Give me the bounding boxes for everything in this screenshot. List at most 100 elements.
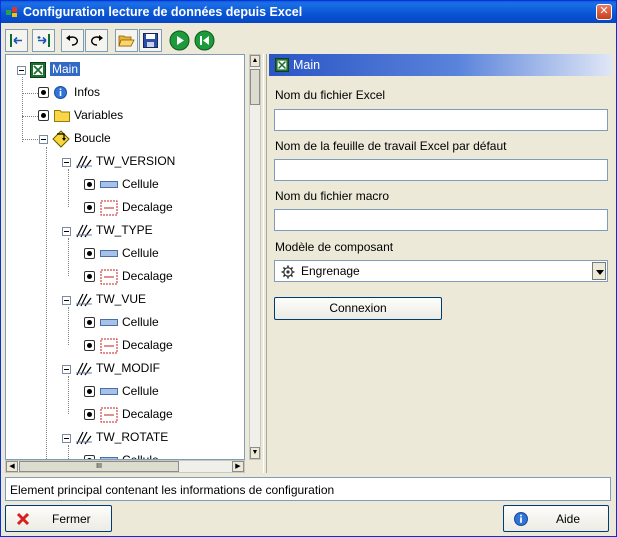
scroll-left-icon[interactable]: ◀ (6, 461, 18, 472)
rewind-icon[interactable] (194, 30, 215, 51)
tree-node-infos[interactable]: Infos (6, 83, 206, 103)
undo-button[interactable] (61, 29, 84, 52)
scroll-right-icon[interactable]: ▶ (232, 461, 244, 472)
scroll-up-icon[interactable]: ▲ (250, 55, 260, 67)
tree-label-cellule: Cellule (122, 177, 159, 191)
collapse-toggle-icon[interactable] (62, 296, 71, 305)
tree-label-variables: Variables (74, 108, 124, 122)
tree-horizontal-scrollbar[interactable]: ◀ III ▶ (5, 460, 245, 473)
scroll-down-icon[interactable]: ▼ (250, 447, 260, 459)
tree-label-decalage: Decalage (122, 407, 173, 421)
tree-node-cellule[interactable]: Cellule (6, 451, 206, 460)
tree-node-main[interactable]: Main (6, 60, 206, 80)
bullet-icon (84, 409, 95, 420)
excel-file-label: Nom du fichier Excel (275, 88, 386, 102)
component-model-select[interactable]: Engrenage (274, 260, 608, 282)
tree-node-tw-vue[interactable]: TW_VUE (6, 290, 226, 310)
window-close-button[interactable]: ✕ (596, 4, 612, 20)
properties-header: Main (269, 54, 612, 76)
scroll-thumb[interactable] (250, 69, 260, 105)
tree-vertical-scrollbar[interactable]: ▲ ▼ (249, 54, 261, 460)
bullet-icon (84, 340, 95, 351)
info-icon (514, 512, 528, 526)
cell-icon (100, 181, 118, 188)
tree-node-decalage[interactable]: Decalage (6, 198, 206, 218)
close-icon (16, 512, 30, 526)
open-button[interactable] (115, 29, 138, 52)
offset-icon (100, 269, 118, 285)
tree-label-tw-vue: TW_VUE (96, 292, 147, 306)
variable-group-icon (76, 362, 92, 376)
excel-file-input[interactable] (274, 109, 608, 131)
properties-panel: Main Nom du fichier Excel Nom de la feui… (269, 54, 612, 474)
folder-open-icon (118, 35, 135, 47)
undo-icon (66, 35, 78, 46)
bullet-icon (84, 317, 95, 328)
gear-icon (281, 265, 295, 279)
tree-node-tw-type[interactable]: TW_TYPE (6, 221, 226, 241)
collapse-toggle-icon[interactable] (17, 66, 26, 75)
bullet-icon (84, 271, 95, 282)
macro-file-label: Nom du fichier macro (275, 189, 390, 203)
dropdown-arrow-icon[interactable] (592, 262, 606, 280)
offset-icon (100, 407, 118, 423)
offset-icon (100, 338, 118, 354)
tree-label-infos: Infos (74, 85, 101, 99)
tree-node-boucle[interactable]: Boucle (6, 129, 206, 149)
bullet-icon (84, 386, 95, 397)
tree-node-tw-modif[interactable]: TW_MODIF (6, 359, 226, 379)
tree-node-decalage[interactable]: Decalage (6, 405, 206, 425)
bullet-icon (84, 248, 95, 259)
tree-node-cellule[interactable]: Cellule (6, 313, 206, 333)
save-button[interactable] (139, 29, 162, 52)
collapse-toggle-icon[interactable] (62, 227, 71, 236)
component-model-value: Engrenage (301, 264, 360, 278)
tree-node-decalage[interactable]: Decalage (6, 267, 206, 287)
tree-node-cellule[interactable]: Cellule (6, 244, 206, 264)
collapse-toggle-icon[interactable] (39, 135, 48, 144)
cell-icon (100, 250, 118, 257)
tree-node-cellule[interactable]: Cellule (6, 175, 206, 195)
tree-label-tw-modif: TW_MODIF (96, 361, 160, 375)
bullet-icon (38, 87, 49, 98)
tree-node-variables[interactable]: Variables (6, 106, 206, 126)
tree-label-decalage: Decalage (122, 269, 173, 283)
help-button[interactable]: Aide (503, 505, 609, 532)
close-button[interactable]: Fermer (5, 505, 112, 532)
tree-label-cellule: Cellule (122, 453, 159, 460)
connect-button[interactable]: Connexion (274, 297, 442, 320)
help-button-label: Aide (556, 512, 581, 526)
bullet-icon (84, 179, 95, 190)
variable-group-icon (76, 293, 92, 307)
redo-button[interactable] (85, 29, 108, 52)
tree-node-tw-rotate[interactable]: TW_ROTATE (6, 428, 226, 448)
scroll-thumb[interactable]: III (19, 461, 179, 472)
tree-label-main: Main (50, 62, 81, 76)
tree-node-tw-version[interactable]: TW_VERSION (6, 152, 226, 172)
tree-label-decalage: Decalage (122, 338, 173, 352)
close-button-label: Fermer (52, 512, 91, 526)
tree-label-cellule: Cellule (122, 315, 159, 329)
move-right-button[interactable] (32, 29, 55, 52)
move-left-button[interactable] (5, 29, 28, 52)
tree-node-decalage[interactable]: Decalage (6, 336, 206, 356)
play-icon[interactable] (169, 30, 190, 51)
arrow-right-icon (37, 34, 50, 47)
tree-label-tw-rotate: TW_ROTATE (96, 430, 169, 444)
tree-label-cellule: Cellule (122, 246, 159, 260)
tree-node-cellule[interactable]: Cellule (6, 382, 206, 402)
variable-group-icon (76, 155, 92, 169)
default-sheet-input[interactable] (274, 159, 608, 181)
collapse-toggle-icon[interactable] (62, 434, 71, 443)
config-tree[interactable]: Main Infos Variables Boucle TW_VERSION C… (5, 54, 245, 460)
panel-splitter[interactable] (263, 54, 267, 473)
status-description: Element principal contenant les informat… (5, 477, 611, 501)
excel-icon (275, 58, 289, 72)
tree-label-decalage: Decalage (122, 200, 173, 214)
title-bar[interactable]: Configuration lecture de données depuis … (1, 1, 616, 23)
macro-file-input[interactable] (274, 209, 608, 231)
collapse-toggle-icon[interactable] (62, 158, 71, 167)
properties-title: Main (293, 58, 321, 72)
loop-icon (52, 130, 70, 148)
collapse-toggle-icon[interactable] (62, 365, 71, 374)
